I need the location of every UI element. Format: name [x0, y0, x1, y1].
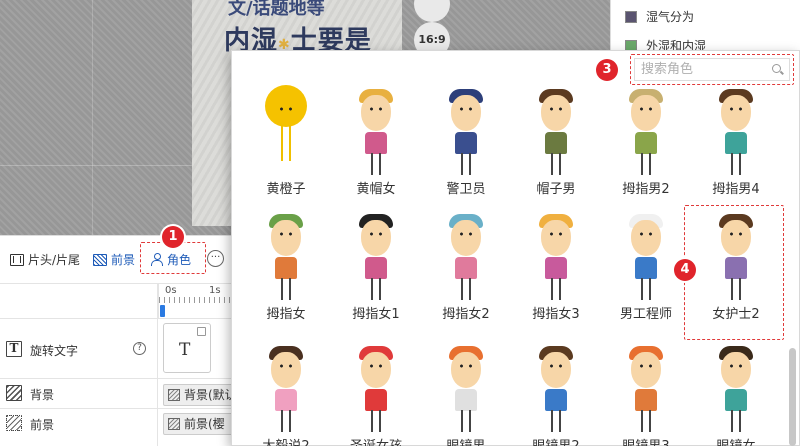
character-name: 眼镜男	[421, 435, 511, 446]
track-label: 前景	[30, 418, 55, 432]
character-name: 男工程师	[619, 307, 672, 322]
character-figure	[623, 85, 669, 177]
legend-label: 湿气分为	[646, 10, 695, 24]
text-icon: T	[6, 341, 22, 357]
ruler-ticks	[159, 297, 241, 303]
character-figure	[533, 85, 579, 177]
foreground-track-icon	[6, 415, 22, 431]
character-card[interactable]: 帽子男	[511, 85, 601, 205]
help-icon[interactable]: ?	[133, 342, 146, 355]
character-name: 拇指男4	[712, 182, 760, 197]
character-name: 拇指女2	[442, 307, 490, 322]
character-card[interactable]: 拇指女3	[511, 210, 601, 330]
clip-icon	[168, 418, 180, 430]
clip-label: 前景(樱	[184, 417, 225, 431]
tab-intro-outro[interactable]: 片头/片尾	[10, 251, 80, 268]
character-figure	[533, 210, 579, 302]
text-clip[interactable]: T	[163, 323, 211, 373]
ratio-button-top[interactable]	[414, 0, 450, 22]
callout-badge-4: 4	[674, 259, 696, 281]
character-card[interactable]: 拇指男4	[691, 85, 781, 205]
character-figure	[443, 210, 489, 302]
character-card[interactable]: 拇指女1	[331, 210, 421, 330]
ruler-label: 1s	[209, 285, 221, 296]
more-button[interactable]: ···	[207, 250, 224, 267]
character-name: 眼镜男3	[601, 435, 691, 446]
clip-label: 背景(默认	[184, 388, 237, 402]
character-figure	[353, 342, 399, 434]
ruler-label: 0s	[165, 285, 177, 296]
track-label: 背景	[30, 388, 55, 402]
character-figure	[533, 342, 579, 434]
track-label: 旋转文字	[30, 344, 79, 358]
character-name: 拇指女1	[352, 307, 400, 322]
playhead-handle[interactable]	[160, 305, 165, 317]
film-icon	[10, 253, 24, 266]
character-figure	[263, 210, 309, 302]
character-name: 拇指女3	[532, 307, 580, 322]
legend-item[interactable]: 湿气分为	[625, 8, 694, 25]
character-name: 眼镜男2	[511, 435, 601, 446]
character-figure	[353, 210, 399, 302]
character-card[interactable]: 眼镜女	[691, 342, 781, 446]
foreground-clip[interactable]: 前景(樱	[163, 413, 240, 435]
character-card[interactable]: 眼镜男2	[511, 342, 601, 446]
tab-foreground[interactable]: 前景	[93, 251, 135, 268]
character-search-input[interactable]	[634, 58, 790, 81]
speaker-icon	[197, 327, 206, 336]
character-name: 警卫员	[446, 182, 486, 197]
character-card[interactable]: 黄帽女	[331, 85, 421, 205]
timeline-ruler[interactable]: 0s 1s	[158, 283, 241, 319]
character-card[interactable]: 圣诞女孩	[331, 342, 421, 446]
character-card[interactable]: 黄橙子	[241, 85, 331, 205]
callout-badge-3: 3	[596, 59, 618, 81]
guide-line-vertical	[92, 0, 93, 235]
popup-scrollbar[interactable]	[789, 348, 796, 446]
character-figure	[623, 342, 669, 434]
character-card[interactable]: 眼镜男	[421, 342, 511, 446]
search-icon[interactable]	[772, 64, 781, 73]
character-card[interactable]: 拇指男2	[601, 85, 691, 205]
character-name: 黄帽女	[356, 182, 396, 197]
character-name: 圣诞女孩	[331, 435, 421, 446]
character-figure	[713, 342, 759, 434]
character-figure	[353, 85, 399, 177]
character-card[interactable]: 大毅说2	[241, 342, 331, 446]
character-card[interactable]: 眼镜男3	[601, 342, 691, 446]
tab-label: 前景	[111, 253, 136, 267]
character-figure	[263, 342, 309, 434]
color-swatch	[625, 10, 637, 23]
callout-badge-1: 1	[162, 226, 184, 248]
foreground-icon	[93, 253, 107, 266]
clip-icon	[168, 389, 180, 401]
stage-text-line1: 文/话题地等	[228, 0, 325, 19]
character-name: 帽子男	[536, 182, 576, 197]
character-card[interactable]: 警卫员	[421, 85, 511, 205]
character-figure	[713, 85, 759, 177]
character-name: 大毅说2	[241, 435, 331, 446]
highlight-box-nurse	[684, 205, 784, 340]
character-card[interactable]: 拇指女2	[421, 210, 511, 330]
background-icon	[6, 385, 22, 401]
background-clip[interactable]: 背景(默认	[163, 384, 240, 406]
character-name: 黄橙子	[266, 182, 306, 197]
tab-label: 片头/片尾	[28, 253, 81, 267]
character-name: 拇指女	[266, 307, 306, 322]
character-figure	[263, 85, 309, 177]
character-figure	[443, 342, 489, 434]
character-name: 拇指男2	[622, 182, 670, 197]
character-name: 眼镜女	[691, 435, 781, 446]
clip-letter: T	[179, 340, 191, 360]
character-card[interactable]: 拇指女	[241, 210, 331, 330]
character-figure	[443, 85, 489, 177]
character-figure	[623, 210, 669, 302]
